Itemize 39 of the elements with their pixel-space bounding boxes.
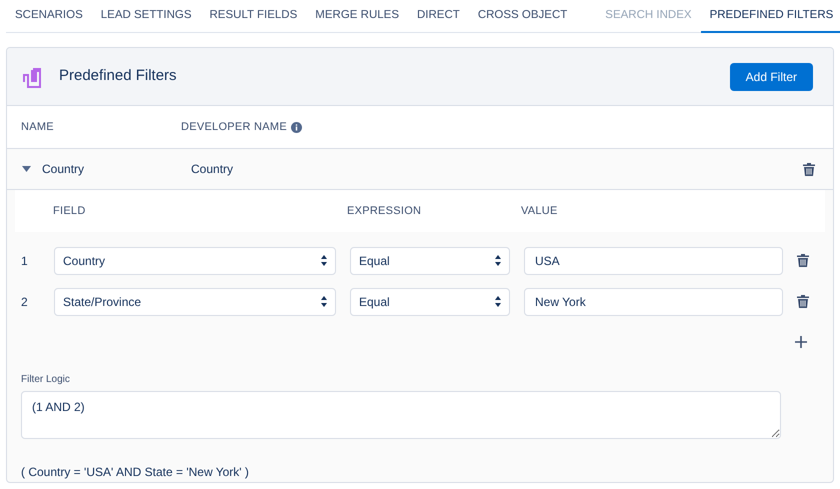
expression-select[interactable]: Equal <box>350 288 510 316</box>
delete-button[interactable] <box>797 254 809 267</box>
tab[interactable]: RESULT FIELDS <box>200 0 306 33</box>
table-cell-text: Country <box>42 161 86 178</box>
row-number: 1 <box>21 252 29 270</box>
column-header: EXPRESSION <box>347 204 422 219</box>
expression-select[interactable]: Equal <box>350 246 510 274</box>
field-select[interactable]: State/Province <box>54 288 336 316</box>
column-header: DEVELOPER NAME <box>181 120 287 135</box>
sort-caret-icon <box>495 255 501 266</box>
sort-caret-icon <box>321 296 327 307</box>
add-condition-button[interactable] <box>795 336 807 348</box>
delete-button[interactable] <box>797 295 809 308</box>
filter-summary: ( Country = 'USA' AND State = 'New York' ) <box>21 464 250 481</box>
filter-logo-icon <box>21 66 43 88</box>
info-icon[interactable] <box>290 122 302 132</box>
column-header: VALUE <box>521 204 558 219</box>
filter-logic-field[interactable]: (1 AND 2) <box>21 391 781 439</box>
delete-button[interactable] <box>803 162 815 176</box>
column-header: NAME <box>20 120 55 135</box>
value-field[interactable]: USA <box>524 246 783 274</box>
tab[interactable]: PREDEFINED FILTERS <box>700 0 840 33</box>
sort-caret-icon <box>495 296 501 307</box>
tab[interactable]: LEAD SETTINGS <box>92 0 200 33</box>
field-label: Filter Logic <box>21 373 71 387</box>
expand-toggle[interactable] <box>22 164 32 174</box>
card-title: Predefined Filters <box>59 66 177 86</box>
value-field[interactable]: New York <box>524 288 783 316</box>
plus-icon <box>795 336 807 348</box>
add-filter-button[interactable]: Add Filter <box>730 62 813 90</box>
row-number: 2 <box>21 294 29 310</box>
tab[interactable]: SCENARIOS <box>6 0 92 33</box>
sort-caret-icon <box>321 255 327 266</box>
field-select[interactable]: Country <box>54 246 336 274</box>
tab[interactable]: CROSS OBJECT <box>468 0 576 33</box>
tab[interactable]: DIRECT <box>408 0 469 33</box>
column-header: FIELD <box>53 204 87 219</box>
tab[interactable]: MERGE RULES <box>306 0 408 33</box>
table-cell-text: Country <box>191 161 234 178</box>
